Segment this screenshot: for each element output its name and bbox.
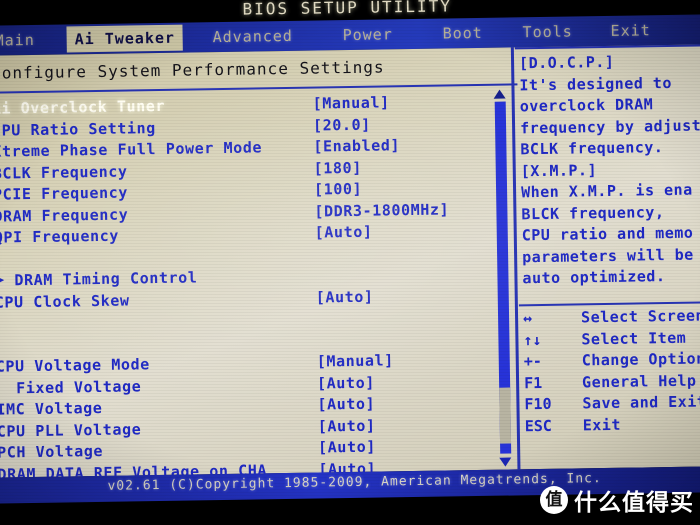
key-legend-row: +- Change Option <box>524 349 700 374</box>
setting-value[interactable]: [100] <box>314 180 362 199</box>
key-legend-key: F1 <box>523 373 543 392</box>
watermark-text: 什么值得买 <box>574 490 694 516</box>
help-panel: [D.O.C.P.] It's designed to overclock DRAM… <box>519 50 700 290</box>
watermark: 值 什么值得买 <box>540 483 694 517</box>
key-legend-desc: Select Item <box>581 328 687 348</box>
main-panel: Configure System Performance Settings Ai… <box>0 44 700 483</box>
key-legend-key: F10 <box>524 394 552 414</box>
setting-label: DRAM Frequency <box>0 204 129 226</box>
setting-value[interactable]: [Manual] <box>317 351 394 370</box>
scroll-down-arrow-icon[interactable] <box>499 457 512 467</box>
setting-label: IMC Voltage <box>0 398 103 419</box>
key-legend-row: ESC Exit <box>525 414 700 439</box>
setting-value[interactable]: [20.0] <box>313 115 371 134</box>
setting-value[interactable]: [Auto] <box>317 395 375 414</box>
key-legend-key: +- <box>523 352 542 371</box>
setting-value[interactable]: [180] <box>314 158 362 177</box>
setting-label: DRAM Timing Control <box>14 268 198 290</box>
help-line: parameters will be <box>521 245 694 266</box>
setting-label: BCLK Frequency <box>0 162 128 183</box>
setting-label: Xtreme Phase Full Power Mode <box>0 138 263 161</box>
key-legend-desc: General Help <box>581 371 697 391</box>
scroll-up-arrow-icon[interactable] <box>493 89 506 99</box>
setting-label: Fixed Voltage <box>15 376 142 397</box>
help-bottom-rule <box>518 301 700 307</box>
tab-main[interactable]: Main <box>0 27 43 54</box>
help-line: frequency by adjust <box>519 115 700 137</box>
key-legend-row: ↑↓ Select Item <box>523 328 700 353</box>
key-legend-desc: Exit <box>582 415 622 434</box>
tab-exit[interactable]: Exit <box>602 17 659 44</box>
key-legend-row: F10 Save and Exit <box>524 392 700 417</box>
setting-value[interactable]: [Enabled] <box>313 136 400 155</box>
bios-screen: BIOS SETUP UTILITY Main Ai Tweaker Advance… <box>0 0 700 525</box>
setting-value[interactable]: [DDR3-1800MHz] <box>314 200 449 220</box>
settings-list: Ai Overclock Tuner [Manual] CPU Ratio Sett… <box>0 92 502 487</box>
key-legend-row: F1 General Help <box>524 371 700 396</box>
help-line: CPU ratio and memo <box>521 223 694 245</box>
key-legend-row: ↔ Select Screen <box>523 306 700 331</box>
key-legend-desc: Change Option <box>581 349 700 370</box>
help-line: It's designed to <box>519 73 673 94</box>
key-legend-desc: Select Screen <box>580 306 700 327</box>
key-legend: ↔ Select Screen ↑↓ Select Item +- Change Opti… <box>523 306 700 438</box>
tab-tools[interactable]: Tools <box>514 18 581 45</box>
setting-label: QPI Frequency <box>0 226 120 247</box>
key-legend-key: ↑↓ <box>523 330 542 349</box>
help-line: When X.M.P. is ena <box>520 180 693 202</box>
key-legend-key: ESC <box>524 416 553 435</box>
setting-value[interactable]: [Auto] <box>315 223 373 242</box>
setting-value[interactable]: [Auto] <box>316 287 374 306</box>
tab-ai-tweaker[interactable]: Ai Tweaker <box>66 24 184 53</box>
setting-value[interactable]: [Auto] <box>317 373 375 392</box>
setting-value[interactable]: [Auto] <box>318 438 376 457</box>
section-header: Configure System Performance Settings <box>0 57 385 83</box>
help-line: BCLK frequency. <box>520 138 664 159</box>
setting-label: CPU Ratio Setting <box>0 118 156 140</box>
help-line: [X.M.P.] <box>520 160 598 180</box>
help-line: BLCK frequency, <box>521 202 665 223</box>
setting-label: PCIE Frequency <box>0 183 129 204</box>
help-line: auto optimized. <box>522 267 666 288</box>
key-legend-desc: Save and Exit <box>582 392 700 413</box>
tab-power[interactable]: Power <box>334 21 401 48</box>
submenu-arrow-icon: ▶ <box>0 272 5 288</box>
watermark-badge-icon: 值 <box>540 486 568 514</box>
setting-value[interactable]: [Auto] <box>318 416 376 435</box>
setting-value[interactable]: [Manual] <box>313 93 390 112</box>
setting-label: CPU Clock Skew <box>0 290 130 312</box>
help-line: [D.O.C.P.] <box>518 52 615 73</box>
tab-boot[interactable]: Boot <box>434 20 491 47</box>
setting-label: CPU Voltage Mode <box>0 355 151 376</box>
setting-label: PCH Voltage <box>0 441 104 462</box>
setting-label: Ai Overclock Tuner <box>0 96 166 118</box>
tab-advanced[interactable]: Advanced <box>204 23 301 51</box>
help-line: overclock DRAM <box>519 95 654 116</box>
setting-label: CPU PLL Voltage <box>0 419 142 441</box>
scrollbar-thumb[interactable] <box>499 387 512 444</box>
key-legend-key: ↔ <box>522 309 533 328</box>
